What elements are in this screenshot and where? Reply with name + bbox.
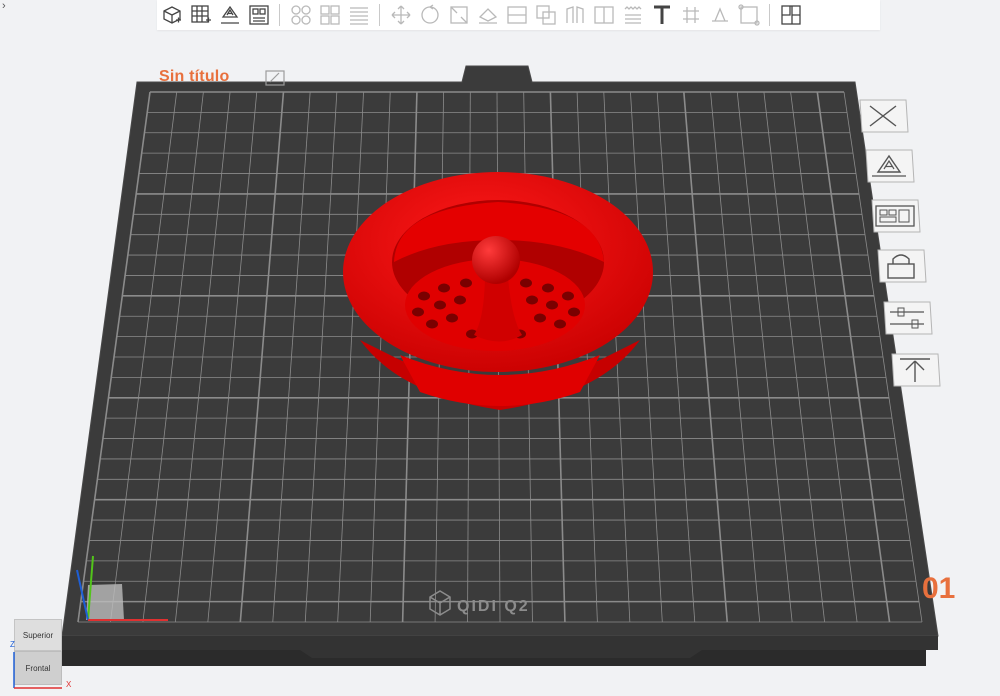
rename-icon[interactable] xyxy=(265,70,285,86)
axis-gizmo: Z X xyxy=(0,630,80,691)
auto-orient-plate-icon xyxy=(865,149,915,183)
plate-number: 01 xyxy=(922,572,956,605)
arrange-plate-icon xyxy=(871,199,921,233)
strainer-hole xyxy=(534,313,546,323)
plate-settings-icon xyxy=(883,301,933,335)
z-axis-label: Z xyxy=(10,640,15,649)
lock-plate-button[interactable] xyxy=(874,248,928,284)
strainer-hole xyxy=(426,319,438,329)
delete-plate-icon xyxy=(859,99,909,133)
3d-viewport[interactable]: QIDI Q2 xyxy=(0,0,1000,691)
lock-plate-icon xyxy=(877,249,927,283)
arrange-plate-button[interactable] xyxy=(868,198,922,234)
project-title[interactable]: Sin título xyxy=(159,68,229,86)
strainer-hole xyxy=(520,278,532,288)
strainer-hole xyxy=(454,295,466,305)
svg-text:QIDI Q2: QIDI Q2 xyxy=(457,598,530,615)
strainer-hole xyxy=(460,278,472,288)
strainer-hole xyxy=(418,291,430,301)
strainer-hole xyxy=(438,283,450,293)
strainer-hole xyxy=(412,307,424,317)
x-axis-label: X xyxy=(66,680,72,689)
plate-settings-button[interactable] xyxy=(880,300,934,336)
origin-marker xyxy=(86,584,124,620)
strainer-hole xyxy=(542,283,554,293)
strainer-hole xyxy=(446,313,458,323)
strainer-hole xyxy=(546,300,558,310)
move-to-top-button[interactable] xyxy=(888,352,942,388)
strainer-hole xyxy=(562,291,574,301)
strainer-hole xyxy=(554,319,566,329)
strainer-hole xyxy=(526,295,538,305)
strainer-hole xyxy=(568,307,580,317)
strainer-hole xyxy=(434,300,446,310)
delete-plate-button[interactable] xyxy=(856,98,910,134)
auto-orient-plate-button[interactable] xyxy=(862,148,916,184)
move-to-top-icon xyxy=(891,353,941,387)
